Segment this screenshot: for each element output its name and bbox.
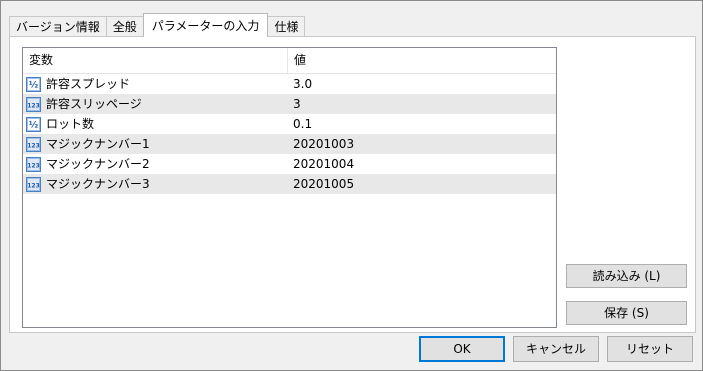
double-type-icon: ½ xyxy=(26,76,41,92)
variable-cell: 123 許容スリッページ xyxy=(23,94,288,114)
variable-name: マジックナンバー3 xyxy=(46,177,150,191)
table-row[interactable]: 123 マジックナンバー2 20201004 xyxy=(23,154,556,174)
variable-cell: ½ 許容スプレッド xyxy=(23,74,288,94)
table-row[interactable]: ½ 許容スプレッド 3.0 xyxy=(23,74,556,94)
variable-cell: 123 マジックナンバー2 xyxy=(23,154,288,174)
variable-name: 許容スプレッド xyxy=(46,77,131,91)
table-row[interactable]: ½ ロット数 0.1 xyxy=(23,114,556,134)
ok-button[interactable]: OK xyxy=(419,336,505,362)
variable-name: ロット数 xyxy=(46,117,95,131)
integer-type-icon: 123 xyxy=(26,96,41,112)
double-type-icon: ½ xyxy=(26,116,41,132)
svg-text:123: 123 xyxy=(27,182,40,189)
svg-text:½: ½ xyxy=(29,119,38,130)
value-cell[interactable]: 3 xyxy=(288,94,556,114)
list-header: 変数 値 xyxy=(23,48,556,74)
reset-button[interactable]: リセット xyxy=(607,336,693,362)
svg-text:½: ½ xyxy=(29,79,38,90)
tab-version-info[interactable]: バージョン情報 xyxy=(9,16,107,37)
variable-name: 許容スリッページ xyxy=(46,97,142,111)
variable-cell: 123 マジックナンバー3 xyxy=(23,174,288,194)
variable-name: マジックナンバー2 xyxy=(46,157,150,171)
dialog-window: バージョン情報 全般 パラメーターの入力 仕様 変数 値 ½ 許容スプレッド 3.0… xyxy=(0,0,703,371)
variable-cell: 123 マジックナンバー1 xyxy=(23,134,288,154)
tab-general[interactable]: 全般 xyxy=(105,16,144,37)
tab-parameter-input[interactable]: パラメーターの入力 xyxy=(142,13,269,37)
save-button[interactable]: 保存 (S) xyxy=(566,301,687,325)
variable-cell: ½ ロット数 xyxy=(23,114,288,134)
svg-text:123: 123 xyxy=(27,142,40,149)
table-row[interactable]: 123 マジックナンバー3 20201005 xyxy=(23,174,556,194)
variable-name: マジックナンバー1 xyxy=(46,137,150,151)
table-row[interactable]: 123 マジックナンバー1 20201003 xyxy=(23,134,556,154)
svg-text:123: 123 xyxy=(27,162,40,169)
value-cell[interactable]: 0.1 xyxy=(288,114,556,134)
integer-type-icon: 123 xyxy=(26,176,41,192)
cancel-button[interactable]: キャンセル xyxy=(513,336,599,362)
value-cell[interactable]: 20201005 xyxy=(288,174,556,194)
column-header-value[interactable]: 値 xyxy=(288,48,556,73)
value-cell[interactable]: 3.0 xyxy=(288,74,556,94)
table-row[interactable]: 123 許容スリッページ 3 xyxy=(23,94,556,114)
load-button[interactable]: 読み込み (L) xyxy=(566,264,687,288)
value-cell[interactable]: 20201004 xyxy=(288,154,556,174)
parameter-list[interactable]: 変数 値 ½ 許容スプレッド 3.0 123 許容スリッページ 3 ½ ロット数 0.1 123 マ… xyxy=(22,47,557,328)
column-header-variable[interactable]: 変数 xyxy=(23,48,288,73)
tab-specification[interactable]: 仕様 xyxy=(267,16,306,37)
svg-text:123: 123 xyxy=(27,102,40,109)
tab-page-parameters: 変数 値 ½ 許容スプレッド 3.0 123 許容スリッページ 3 ½ ロット数 0.1 123 マ… xyxy=(9,36,696,333)
value-cell[interactable]: 20201003 xyxy=(288,134,556,154)
integer-type-icon: 123 xyxy=(26,136,41,152)
tab-strip: バージョン情報 全般 パラメーターの入力 仕様 xyxy=(9,13,306,37)
list-body: ½ 許容スプレッド 3.0 123 許容スリッページ 3 ½ ロット数 0.1 123 マジックナン… xyxy=(23,74,556,194)
integer-type-icon: 123 xyxy=(26,156,41,172)
